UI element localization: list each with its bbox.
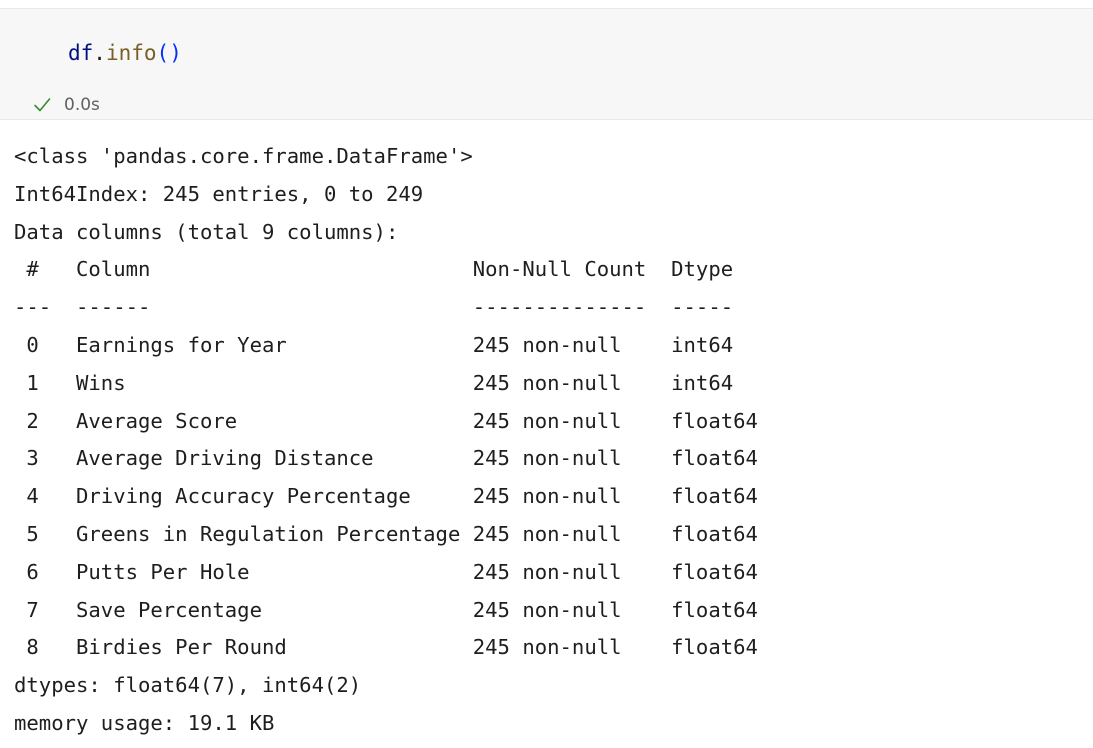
output-line: <class 'pandas.core.frame.DataFrame'> (14, 144, 473, 168)
code-close-paren: ) (169, 41, 182, 65)
code-method: info (105, 41, 157, 65)
output-line: dtypes: float64(7), int64(2) (14, 673, 362, 698)
cell-output: <class 'pandas.core.frame.DataFrame'> Int… (14, 138, 758, 743)
output-line: 1 Wins 245 non-null int64 (14, 370, 758, 395)
output-line: --- ------ -------------- ----- (14, 295, 758, 320)
output-line: 7 Save Percentage 245 non-null float64 (14, 597, 758, 622)
code-dot: . (93, 41, 106, 65)
output-line: 0 Earnings for Year 245 non-null int64 (14, 332, 758, 357)
code-variable: df (68, 41, 94, 65)
output-line: Int64Index: 245 entries, 0 to 249 (14, 181, 424, 206)
output-line: # Column Non-Null Count Dtype (14, 257, 758, 282)
code-line[interactable]: df.info() (68, 39, 182, 67)
execution-status: 0.0s (32, 93, 100, 117)
notebook-cell: df.info() 0.0s <class 'pandas.core.frame… (0, 0, 1093, 748)
code-open-paren: ( (156, 41, 170, 65)
execution-time: 0.0s (64, 95, 100, 115)
output-line: 2 Average Score 245 non-null float64 (14, 408, 758, 433)
check-icon (32, 95, 52, 115)
output-line: 4 Driving Accuracy Percentage 245 non-nu… (14, 484, 758, 509)
output-line: 8 Birdies Per Round 245 non-null float64 (14, 635, 758, 660)
output-line: 6 Putts Per Hole 245 non-null float64 (14, 559, 758, 584)
output-line: Data columns (total 9 columns): (14, 219, 399, 244)
output-line: 5 Greens in Regulation Percentage 245 no… (14, 521, 758, 546)
code-input-area[interactable]: df.info() 0.0s (0, 8, 1093, 120)
output-line: 3 Average Driving Distance 245 non-null … (14, 446, 758, 471)
output-line: memory usage: 19.1 KB (14, 710, 275, 735)
